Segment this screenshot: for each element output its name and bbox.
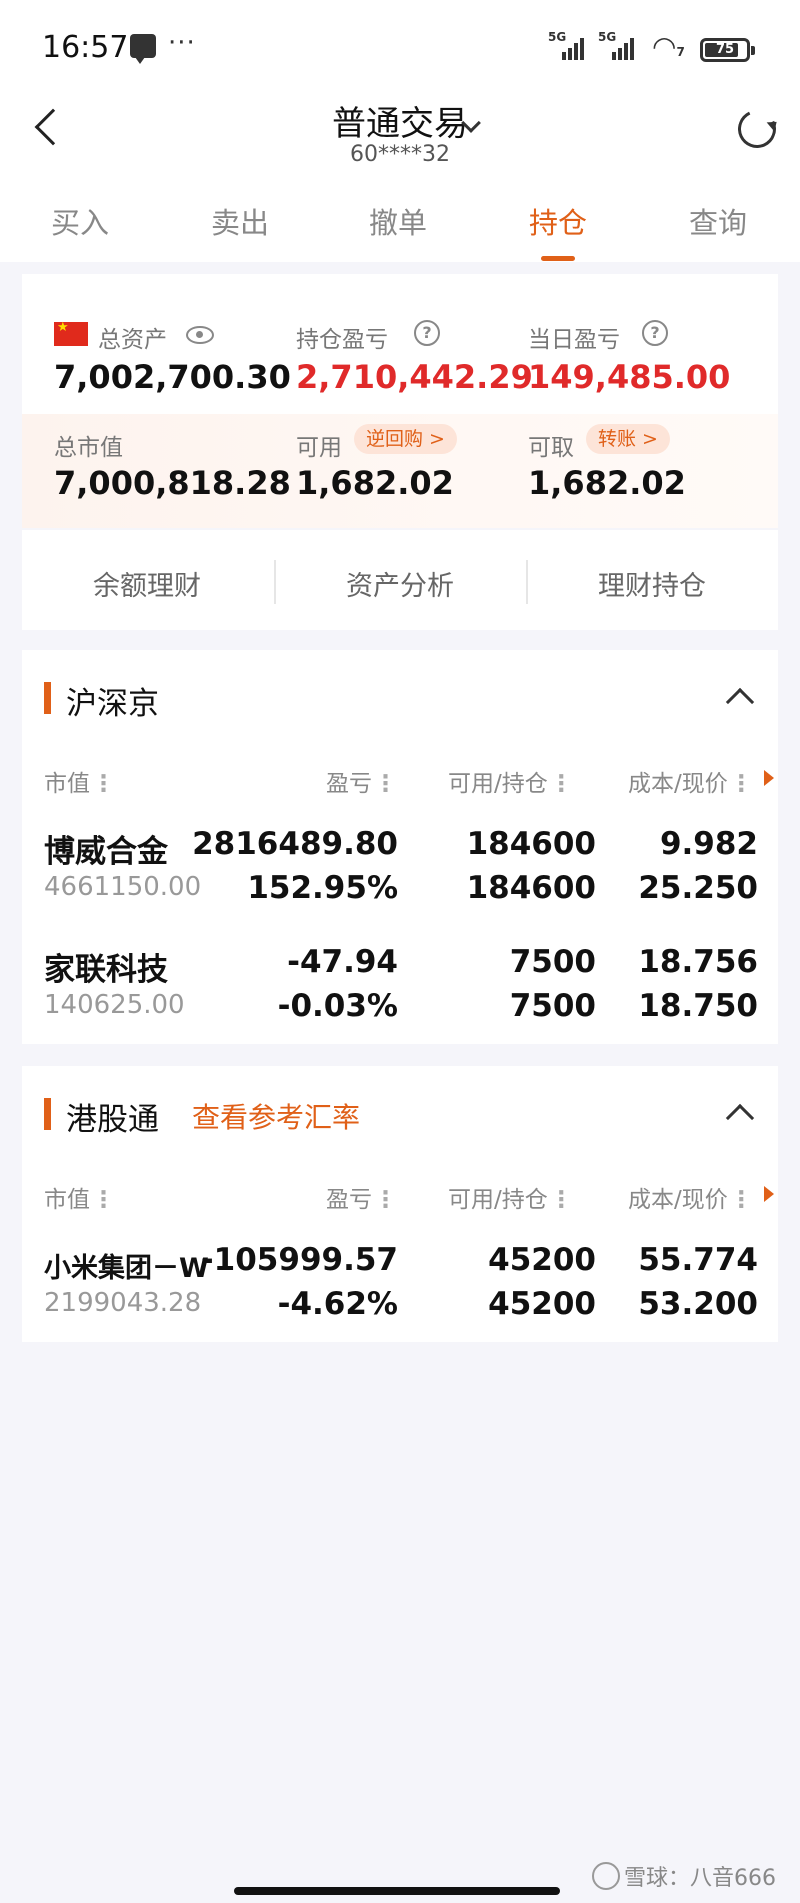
section-title: 港股通 [66,1102,159,1138]
section-marker [44,1098,51,1130]
stock-name: 家联科技 [44,952,168,988]
price: 25.250 [638,870,758,906]
tab-bar: 买入 卖出 撤单 持仓 查询 [0,190,800,262]
pnl: -105999.57 [200,1242,398,1278]
daily-pnl-value: 149,485.00 [528,358,731,396]
price: 53.200 [638,1286,758,1322]
more-notifications-icon: ··· [168,28,196,58]
signal-icon-2: 5G [598,30,638,60]
section-b-holdings: 港股通 查看参考汇率 市值⋮ 盈亏⋮ 可用/持仓⋮ 成本/现价⋮ 小米集团－W … [22,1066,778,1342]
col-cost-price[interactable]: 成本/现价⋮ [628,1180,753,1214]
available: 7500 [509,944,596,980]
cost: 9.982 [659,826,758,862]
wifi-icon: ◠7 [652,30,685,63]
market-value: 4661150.00 [44,872,202,902]
account-number: 60****32 [350,142,450,167]
xueqiu-logo-icon [592,1862,620,1890]
withdrawable-label: 可取 [528,435,574,461]
transfer-button[interactable]: 转账 > [586,424,670,454]
market-value: 7,000,818.28 [54,464,291,502]
reverse-repo-button[interactable]: 逆回购 > [354,424,457,454]
market-value: 140625.00 [44,990,185,1020]
asset-analysis-link[interactable]: 资产分析 [275,564,525,603]
available: 184600 [466,826,596,862]
signal-icon: 5G [548,30,588,60]
stock-name: 博威合金 [44,834,168,870]
tab-query[interactable]: 查询 [658,200,778,242]
holding-pnl-value: 2,710,442.29 [296,358,533,396]
available: 45200 [488,1242,596,1278]
collapse-icon[interactable] [725,1103,755,1133]
home-indicator[interactable] [234,1887,560,1895]
daily-pnl-label: 当日盈亏 [528,327,620,353]
asset-summary-card: 总资产 7,002,700.30 持仓盈亏 ? 2,710,442.29 当日盈… [22,274,778,528]
tab-cancel[interactable]: 撤单 [338,200,458,242]
message-icon [130,34,156,64]
scroll-right-icon[interactable] [764,1186,774,1202]
total-assets-value: 7,002,700.30 [54,358,291,396]
section-marker [44,682,51,714]
finance-holdings-link[interactable]: 理财持仓 [527,564,777,603]
pnl: -47.94 [287,944,398,980]
tab-indicator [541,256,575,261]
pnl-pct: -4.62% [277,1286,398,1322]
available-value: 1,682.02 [296,464,454,502]
pnl-pct: 152.95% [247,870,398,906]
col-pnl[interactable]: 盈亏⋮ [326,764,397,798]
col-pnl[interactable]: 盈亏⋮ [326,1180,397,1214]
balance-finance-link[interactable]: 余额理财 [22,564,272,603]
china-flag-icon [54,320,88,346]
section-a-holdings: 沪深京 市值⋮ 盈亏⋮ 可用/持仓⋮ 成本/现价⋮ 博威合金 4661150.0… [22,650,778,1044]
page-title[interactable]: 普通交易 [0,96,800,145]
exchange-rate-link[interactable]: 查看参考汇率 [192,1096,360,1136]
tab-positions[interactable]: 持仓 [498,200,618,242]
holding-pnl-label: 持仓盈亏 [296,327,388,353]
collapse-icon[interactable] [725,687,755,717]
col-market-value[interactable]: 市值⋮ [44,764,115,798]
available-label: 可用 [296,435,342,461]
help-icon-2[interactable]: ? [642,320,668,346]
pnl: 2816489.80 [192,826,398,862]
watermark: 雪球：八音666 [624,1866,776,1891]
col-avail-hold[interactable]: 可用/持仓⋮ [448,764,573,798]
holding: 184600 [466,870,596,906]
col-market-value[interactable]: 市值⋮ [44,1180,115,1214]
help-icon[interactable]: ? [414,320,440,346]
withdrawable-value: 1,682.02 [528,464,686,502]
cost: 18.756 [638,944,758,980]
section-title: 沪深京 [66,686,159,722]
cost: 55.774 [638,1242,758,1278]
battery-icon: 75 [700,38,755,62]
quick-links: 余额理财 资产分析 理财持仓 [22,530,778,630]
scroll-right-icon[interactable] [764,770,774,786]
holding: 7500 [509,988,596,1024]
tab-sell[interactable]: 卖出 [180,200,300,242]
market-value: 2199043.28 [44,1288,202,1318]
col-avail-hold[interactable]: 可用/持仓⋮ [448,1180,573,1214]
market-value-label: 总市值 [54,435,123,461]
col-cost-price[interactable]: 成本/现价⋮ [628,764,753,798]
tab-buy[interactable]: 买入 [20,200,140,242]
total-assets-label: 总资产 [98,327,167,353]
status-time: 16:57 [42,30,129,65]
status-bar: 16:57 ··· 5G 5G ◠7 75 [0,0,800,90]
pnl-pct: -0.03% [277,988,398,1024]
eye-icon[interactable] [186,326,214,344]
stock-name: 小米集团－W [44,1253,209,1284]
price: 18.750 [638,988,758,1024]
holding: 45200 [488,1286,596,1322]
